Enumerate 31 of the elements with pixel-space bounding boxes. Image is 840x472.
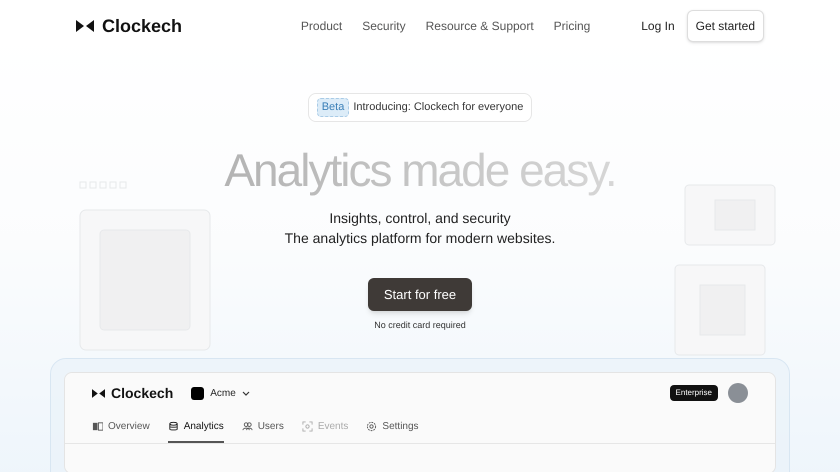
- overview-icon: [92, 421, 103, 432]
- nav-link[interactable]: Resource & Support: [426, 17, 534, 35]
- nav-tab[interactable]: Analytics: [168, 419, 224, 443]
- login-link[interactable]: Log In: [641, 17, 675, 35]
- subtitle: Insights, control, and security: [329, 208, 511, 228]
- settings-icon: [366, 421, 378, 432]
- users-icon: [242, 421, 253, 432]
- chevron-down-icon: [242, 390, 250, 396]
- brand-name: Clockech: [111, 384, 174, 402]
- nav-tab[interactable]: Settings: [366, 419, 419, 443]
- workspace-selector[interactable]: Acme: [191, 386, 250, 400]
- plan-badge: Enterprise: [670, 385, 718, 401]
- no-credit-card-note: No credit card required: [374, 319, 466, 332]
- scan-icon: [302, 421, 313, 432]
- nav-link[interactable]: Security: [362, 17, 406, 35]
- announcement-pill[interactable]: Beta Introducing: Clockech for everyone: [308, 93, 532, 122]
- beta-badge: Beta: [316, 98, 350, 116]
- nav-tab[interactable]: Overview: [92, 419, 150, 443]
- logo-icon: [76, 20, 94, 32]
- logo-icon: [92, 388, 105, 398]
- brand-name: Clockech: [102, 14, 182, 38]
- database-icon: [168, 421, 179, 432]
- workspace-icon: [191, 386, 204, 400]
- announcement-text: Introducing: Clockech for everyone: [353, 100, 524, 115]
- nav-link[interactable]: Pricing: [554, 17, 590, 35]
- avatar[interactable]: [728, 383, 748, 403]
- start-free-button[interactable]: Start for free: [368, 278, 472, 311]
- nav-tab[interactable]: Users: [242, 419, 284, 443]
- nav-link[interactable]: Product: [300, 17, 342, 35]
- get-started-button[interactable]: Get started: [686, 10, 764, 42]
- subtitle: The analytics platform for modern websites.: [284, 228, 556, 248]
